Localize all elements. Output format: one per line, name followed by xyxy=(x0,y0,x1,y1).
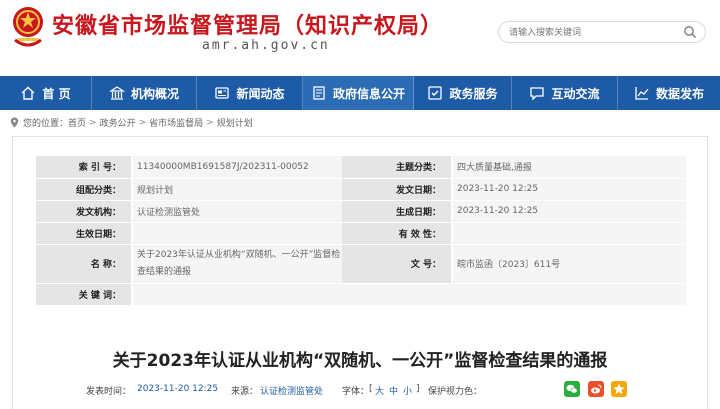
nav-item-data[interactable]: 数据发布 xyxy=(618,76,720,110)
document-info-table: 索 引 号： 11340000MB1691587J/202311-00052 主… xyxy=(36,156,686,306)
breadcrumb-item-home[interactable]: 首页 xyxy=(68,116,86,129)
nav-label: 互动交流 xyxy=(551,86,600,101)
nav-item-interaction[interactable]: 互动交流 xyxy=(512,76,618,110)
doc-number-label: 文 号： xyxy=(342,244,453,284)
document-icon xyxy=(313,86,325,100)
keywords-label: 关 键 词： xyxy=(36,283,133,306)
nav-label: 政府信息公开 xyxy=(332,86,405,101)
source-label: 来源： xyxy=(231,387,259,397)
font-size-small-button[interactable]: 小 xyxy=(403,384,412,397)
breadcrumb-prefix: 您的位置： xyxy=(23,119,69,129)
effective-date-value xyxy=(132,222,342,245)
service-icon xyxy=(428,86,443,100)
publish-date-label: 发文日期： xyxy=(342,178,453,201)
breadcrumb-item-planning[interactable]: 规划计划 xyxy=(217,116,253,129)
nav-label: 政务服务 xyxy=(449,86,498,101)
doc-number-value: 皖市监函〔2023〕611号 xyxy=(452,244,686,284)
breadcrumb-item-bureau[interactable]: 省市场监督局 xyxy=(149,116,203,129)
main-nav: 首 页 机构概况 新闻动态 政府信息公开 政务服务 互动交流 数据发布 xyxy=(0,76,720,110)
nav-label: 首 页 xyxy=(42,86,71,101)
location-pin-icon xyxy=(10,117,19,128)
nav-item-services[interactable]: 政务服务 xyxy=(414,76,512,110)
site-domain: amr.ah.gov.cn xyxy=(202,38,330,53)
nav-label: 数据发布 xyxy=(655,86,704,101)
topic-label: 主题分类： xyxy=(342,156,453,179)
institution-icon xyxy=(108,86,125,100)
wechat-icon xyxy=(566,384,578,394)
publish-date-value: 2023-11-20 12:25 xyxy=(452,178,686,201)
breadcrumb-separator: > xyxy=(138,117,147,128)
font-bracket-close: ] xyxy=(416,384,420,394)
site-header: 安徽省市场监督管理局（知识产权局） amr.ah.gov.cn xyxy=(0,0,720,76)
nav-label: 机构概况 xyxy=(130,86,179,101)
index-number-value: 11340000MB1691587J/202311-00052 xyxy=(132,156,342,179)
breadcrumb-separator: > xyxy=(89,117,97,128)
nav-item-institution[interactable]: 机构概况 xyxy=(92,76,197,110)
effective-date-label: 生效日期： xyxy=(36,222,133,245)
breadcrumb-item-gov-affairs[interactable]: 政务公开 xyxy=(100,116,136,129)
publisher-label: 发文机构： xyxy=(36,200,133,223)
info-row: 名 称： 关于2023年认证从业机构“双随机、一公开”监督检查结果的通报 文 号… xyxy=(36,244,686,284)
publish-time-value: 2023-11-20 12:25 xyxy=(137,384,219,394)
nav-item-gov-info[interactable]: 政府信息公开 xyxy=(303,76,414,110)
category-value: 规划计划 xyxy=(132,178,342,201)
validity-value xyxy=(452,222,686,245)
info-row: 组配分类： 规划计划 发文日期： 2023-11-20 12:25 xyxy=(36,178,686,201)
site-title[interactable]: 安徽省市场监督管理局（知识产权局） xyxy=(52,8,443,40)
index-number-label: 索 引 号： xyxy=(36,156,133,179)
national-emblem-icon[interactable] xyxy=(12,4,44,52)
publisher-value: 认证检测监管处 xyxy=(132,200,342,223)
search-input[interactable] xyxy=(509,25,669,40)
eye-protection-label: 保护视力色： xyxy=(428,387,483,397)
search-icon[interactable] xyxy=(683,25,697,39)
nav-item-home[interactable]: 首 页 xyxy=(0,76,92,110)
keywords-value xyxy=(132,283,686,306)
search-box[interactable] xyxy=(498,21,706,43)
breadcrumb: 您的位置： 首页 > 政务公开 > 省市场监督局 > 规划计划 xyxy=(10,116,253,129)
created-date-label: 生成日期： xyxy=(342,200,453,223)
nav-label: 新闻动态 xyxy=(236,86,285,101)
name-label: 名 称： xyxy=(36,244,133,284)
name-value: 关于2023年认证从业机构“双随机、一公开”监督检查结果的通报 xyxy=(132,244,342,284)
info-row: 关 键 词： xyxy=(36,283,686,306)
publish-time-label: 发表时间： xyxy=(86,387,132,397)
info-row: 索 引 号： 11340000MB1691587J/202311-00052 主… xyxy=(36,156,686,179)
weibo-icon xyxy=(591,384,602,394)
font-size-large-button[interactable]: 大 xyxy=(375,384,384,397)
font-bracket-open: [ xyxy=(369,384,373,394)
created-date-value: 2023-11-20 12:25 xyxy=(452,200,686,223)
source-value: 认证检测监管处 xyxy=(260,387,324,397)
font-size-medium-button[interactable]: 中 xyxy=(389,384,398,397)
qzone-share-icon[interactable] xyxy=(611,381,627,397)
nav-item-news[interactable]: 新闻动态 xyxy=(197,76,303,110)
category-label: 组配分类： xyxy=(36,178,133,201)
news-icon xyxy=(215,87,230,99)
article-title: 关于2023年认证从业机构“双随机、一公开”监督检查结果的通报 xyxy=(112,351,608,371)
chat-icon xyxy=(530,87,545,101)
weibo-share-icon[interactable] xyxy=(588,381,604,397)
chart-icon xyxy=(635,87,649,100)
validity-label: 有 效 性： xyxy=(342,222,453,245)
breadcrumb-separator: > xyxy=(206,117,214,128)
star-icon xyxy=(613,383,625,395)
home-icon xyxy=(21,86,35,100)
topic-value: 四大质量基础,通报 xyxy=(452,156,686,179)
wechat-share-icon[interactable] xyxy=(564,381,580,397)
font-size-label: 字体： xyxy=(342,387,370,397)
info-row: 生效日期： 有 效 性： xyxy=(36,222,686,245)
info-row: 发文机构： 认证检测监管处 生成日期： 2023-11-20 12:25 xyxy=(36,200,686,223)
